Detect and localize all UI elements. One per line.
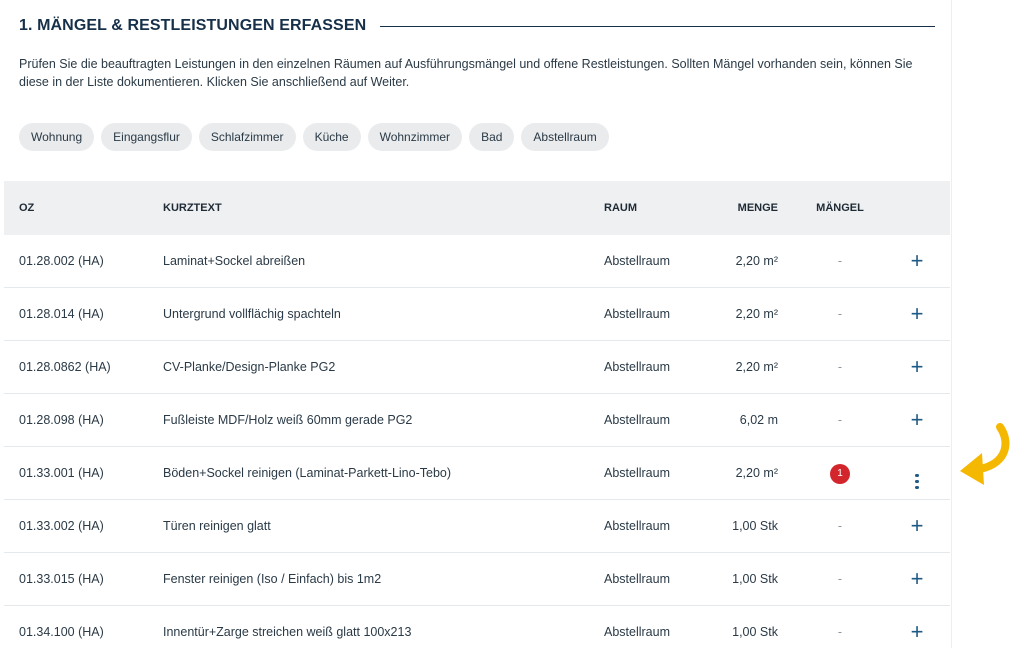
cell-oz: 01.28.098 (HA) [19, 413, 104, 427]
plus-icon[interactable]: + [911, 606, 924, 648]
section-title: 1. Mängel & Restleistungen erfassen [19, 17, 367, 34]
header-oz: OZ [19, 202, 35, 214]
cell-oz: 01.28.014 (HA) [19, 307, 104, 321]
header-raum: RAUM [604, 202, 637, 214]
curved-arrow-icon [960, 423, 1010, 485]
cell-action: + [899, 288, 935, 340]
cell-raum: Abstellraum [604, 519, 670, 533]
header-maengel: MÄNGEL [816, 202, 864, 214]
cell-oz: 01.33.015 (HA) [19, 572, 104, 586]
cell-kurztext: Böden+Sockel reinigen (Laminat-Parkett-L… [163, 466, 452, 480]
cell-raum: Abstellraum [604, 360, 670, 374]
table-row: 01.34.100 (HA) Innentür+Zarge streichen w… [4, 606, 950, 648]
room-chip[interactable]: Schlafzimmer [198, 123, 296, 151]
maengel-panel: 1. Mängel & Restleistungen erfassen Prüf… [0, 0, 952, 648]
plus-icon[interactable]: + [911, 500, 924, 552]
table-row: 01.33.001 (HA) Böden+Sockel reinigen (Lam… [4, 447, 950, 500]
cell-action: + [899, 500, 935, 552]
table-header: OZ KURZTEXT RAUM MENGE MÄNGEL [4, 181, 950, 235]
cell-maengel: - [837, 519, 843, 533]
cell-maengel: - [837, 625, 843, 639]
cell-raum: Abstellraum [604, 625, 670, 639]
table-row: 01.33.002 (HA) Türen reinigen glatt Abstel… [4, 500, 950, 553]
cell-menge: 1,00 Stk [732, 519, 778, 533]
section-header: 1. Mängel & Restleistungen erfassen [19, 17, 935, 35]
cell-raum: Abstellraum [604, 466, 670, 480]
table-row: 01.33.015 (HA) Fenster reinigen (Iso / Ei… [4, 553, 950, 606]
plus-icon[interactable]: + [911, 288, 924, 340]
header-menge: MENGE [737, 202, 778, 214]
cell-menge: 2,20 m² [735, 254, 778, 268]
cell-oz: 01.34.100 (HA) [19, 625, 104, 639]
table-body: 01.28.002 (HA) Laminat+Sockel abreißen Abs… [4, 235, 950, 648]
cell-menge: 2,20 m² [735, 466, 778, 480]
cell-raum: Abstellraum [604, 413, 670, 427]
plus-icon[interactable]: + [911, 553, 924, 605]
cell-action: + [899, 341, 935, 393]
room-chip[interactable]: Bad [469, 123, 515, 151]
cell-oz: 01.28.0862 (HA) [19, 360, 111, 374]
table-row: 01.28.0862 (HA) CV-Planke/Design-Planke P… [4, 341, 950, 394]
cell-kurztext: Untergrund vollflächig spachteln [163, 307, 341, 321]
table-row: 01.28.002 (HA) Laminat+Sockel abreißen Abs… [4, 235, 950, 288]
cell-kurztext: Fußleiste MDF/Holz weiß 60mm gerade PG2 [163, 413, 413, 427]
cell-maengel: - [837, 572, 843, 586]
cell-kurztext: Innentür+Zarge streichen weiß glatt 100x… [163, 625, 412, 639]
intro-text: Prüfen Sie die beauftragten Leistungen i… [19, 57, 913, 89]
cell-menge: 2,20 m² [735, 307, 778, 321]
cell-oz: 01.33.002 (HA) [19, 519, 104, 533]
cell-maengel: - [837, 254, 843, 268]
plus-icon[interactable]: + [911, 394, 924, 446]
cell-menge: 1,00 Stk [732, 625, 778, 639]
cell-action: + [899, 235, 935, 287]
cell-maengel: - [837, 307, 843, 321]
room-chip[interactable]: Wohnzimmer [367, 123, 463, 151]
cell-action: + [899, 394, 935, 446]
room-chip[interactable]: Eingangsflur [101, 123, 192, 151]
plus-icon[interactable]: + [911, 235, 924, 287]
cell-oz: 01.33.001 (HA) [19, 466, 104, 480]
room-chip[interactable]: Wohnung [19, 123, 95, 151]
cell-maengel: - [837, 413, 843, 427]
leistungen-table: OZ KURZTEXT RAUM MENGE MÄNGEL 01.28.002 … [4, 181, 950, 648]
cell-maengel: - [837, 360, 843, 374]
cell-raum: Abstellraum [604, 254, 670, 268]
table-row: 01.28.098 (HA) Fußleiste MDF/Holz weiß 60… [4, 394, 950, 447]
cell-oz: 01.28.002 (HA) [19, 254, 104, 268]
header-kurztext: KURZTEXT [163, 202, 222, 214]
plus-icon[interactable]: + [911, 341, 924, 393]
cell-menge: 1,00 Stk [732, 572, 778, 586]
room-filter-chips: Wohnung Eingangsflur Schlafzimmer Küche Wohn… [19, 123, 609, 151]
room-chip[interactable]: Küche [302, 123, 361, 151]
cell-kurztext: Fenster reinigen (Iso / Einfach) bis 1m2 [163, 572, 382, 586]
cell-kurztext: Türen reinigen glatt [163, 519, 271, 533]
cell-menge: 2,20 m² [735, 360, 778, 374]
cell-menge: 6,02 m [739, 413, 778, 427]
cell-action: + [899, 606, 935, 648]
cell-action: + [899, 553, 935, 605]
table-row: 01.28.014 (HA) Untergrund vollflächig spa… [4, 288, 950, 341]
room-chip[interactable]: Abstellraum [521, 123, 609, 151]
cell-kurztext: Laminat+Sockel abreißen [163, 254, 306, 268]
cell-action [899, 447, 935, 499]
cell-raum: Abstellraum [604, 572, 670, 586]
title-divider [380, 25, 935, 27]
cell-raum: Abstellraum [604, 307, 670, 321]
cell-kurztext: CV-Planke/Design-Planke PG2 [163, 360, 336, 374]
cell-maengel: 1 [812, 447, 868, 499]
maengel-count-badge[interactable]: 1 [830, 463, 850, 484]
